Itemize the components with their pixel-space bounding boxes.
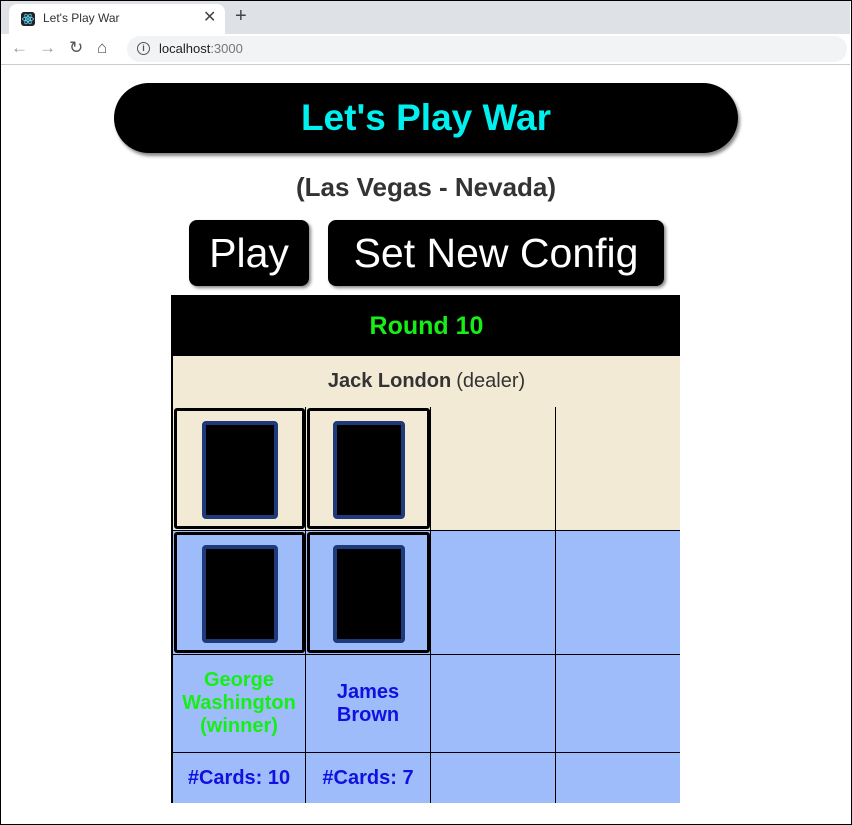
forward-icon[interactable]: → xyxy=(39,38,56,58)
page-title: Let's Play War xyxy=(300,97,552,138)
dealer-role: (dealer) xyxy=(456,370,526,392)
empty-player-cell xyxy=(556,655,680,753)
game-board: Round 10 Jack London (dealer) George Was… xyxy=(171,295,680,803)
card-back[interactable] xyxy=(202,545,278,643)
react-favicon-icon xyxy=(21,12,35,26)
player-name-winner: George Washington (winner) xyxy=(173,655,306,753)
info-icon[interactable]: i xyxy=(137,42,150,55)
card-slot xyxy=(174,408,305,529)
close-icon[interactable]: ✕ xyxy=(203,9,216,27)
play-button[interactable]: Play xyxy=(189,220,309,286)
player-card-cell xyxy=(431,531,556,655)
reload-icon[interactable]: ↻ xyxy=(69,38,83,58)
set-new-config-button[interactable]: Set New Config xyxy=(328,220,664,286)
player-card-cell xyxy=(173,531,306,655)
card-slot xyxy=(307,408,430,529)
dealer-name: Jack London xyxy=(327,370,452,392)
title-banner: Let's Play War xyxy=(114,83,738,153)
round-header: Round 10 xyxy=(173,297,680,356)
card-back[interactable] xyxy=(333,545,405,643)
card-back[interactable] xyxy=(202,421,278,519)
url-port: :3000 xyxy=(210,41,243,56)
dealer-card-cell xyxy=(173,407,306,531)
location-subtitle: (Las Vegas - Nevada) xyxy=(295,172,557,202)
card-slot xyxy=(174,532,305,653)
player-card-cell xyxy=(556,531,680,655)
plus-icon[interactable]: + xyxy=(235,6,247,26)
empty-count-cell xyxy=(556,753,680,803)
dealer-card-cell xyxy=(431,407,556,531)
back-icon[interactable]: ← xyxy=(11,38,28,58)
card-back[interactable] xyxy=(333,421,405,519)
url-input[interactable]: i localhost:3000 xyxy=(127,36,847,62)
card-slot xyxy=(307,532,430,653)
card-count: #Cards: 10 xyxy=(173,753,306,803)
player-name: James Brown xyxy=(306,655,431,753)
address-bar: ← → ↻ ⌂ i localhost:3000 xyxy=(1,34,850,65)
url-text: localhost:3000 xyxy=(159,41,243,56)
empty-count-cell xyxy=(431,753,556,803)
dealer-card-cell xyxy=(306,407,431,531)
empty-player-cell xyxy=(431,655,556,753)
tab-title: Let's Play War xyxy=(43,11,120,25)
browser-tab[interactable]: Let's Play War ✕ xyxy=(9,4,225,34)
browser-tab-bar: Let's Play War ✕ + xyxy=(1,1,850,34)
dealer-row: Jack London (dealer) xyxy=(173,356,680,408)
dealer-card-cell xyxy=(556,407,680,531)
home-icon[interactable]: ⌂ xyxy=(97,38,107,58)
round-label: Round 10 xyxy=(369,312,484,340)
url-host: localhost xyxy=(159,41,211,56)
player-card-cell xyxy=(306,531,431,655)
card-count: #Cards: 7 xyxy=(306,753,431,803)
